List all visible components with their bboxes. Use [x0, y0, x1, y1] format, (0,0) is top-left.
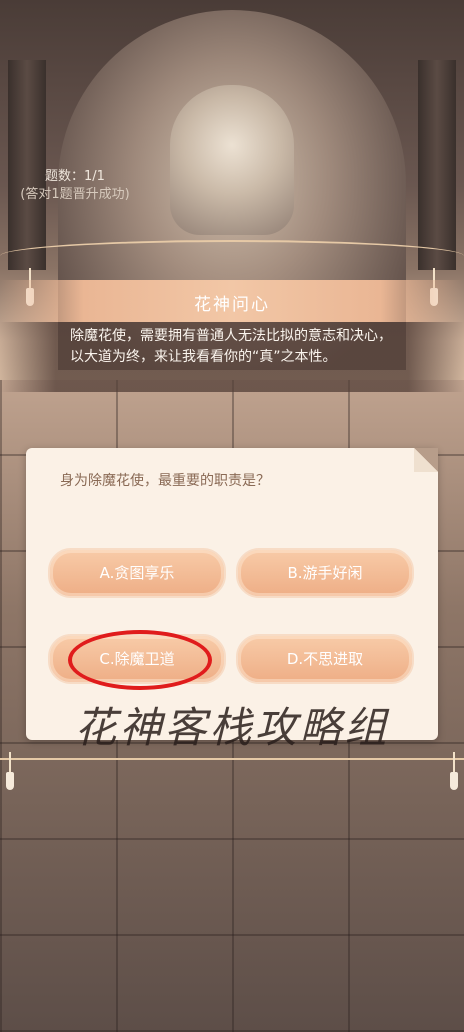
right-pillar	[418, 60, 456, 270]
option-d-button[interactable]: D.不思进取	[236, 634, 414, 684]
quiz-count-text: 题数：1/1	[45, 169, 105, 184]
bottom-decorative-rope	[0, 738, 464, 760]
quiz-counter: 题数：1/1 (答对1题晋升成功)	[0, 168, 150, 204]
decorative-rope	[0, 240, 464, 272]
left-pillar	[8, 60, 46, 270]
question-text: 身为除魔花使，最重要的职责是？	[60, 473, 270, 489]
tassel-icon	[450, 752, 458, 792]
ornament-emblem	[170, 85, 294, 235]
quiz-hint-text: (答对1题晋升成功)	[20, 187, 130, 202]
panel-title: 花神问心	[194, 295, 270, 315]
highlight-circle	[68, 630, 212, 690]
option-a-button[interactable]: A.贪图享乐	[48, 548, 226, 598]
tassel-icon	[6, 752, 14, 792]
option-b-button[interactable]: B.游手好闲	[236, 548, 414, 598]
panel-description: 除魔花使，需要拥有普通人无法比拟的意志和决心，以大道为终，来让我看看你的“真”之…	[70, 328, 392, 365]
